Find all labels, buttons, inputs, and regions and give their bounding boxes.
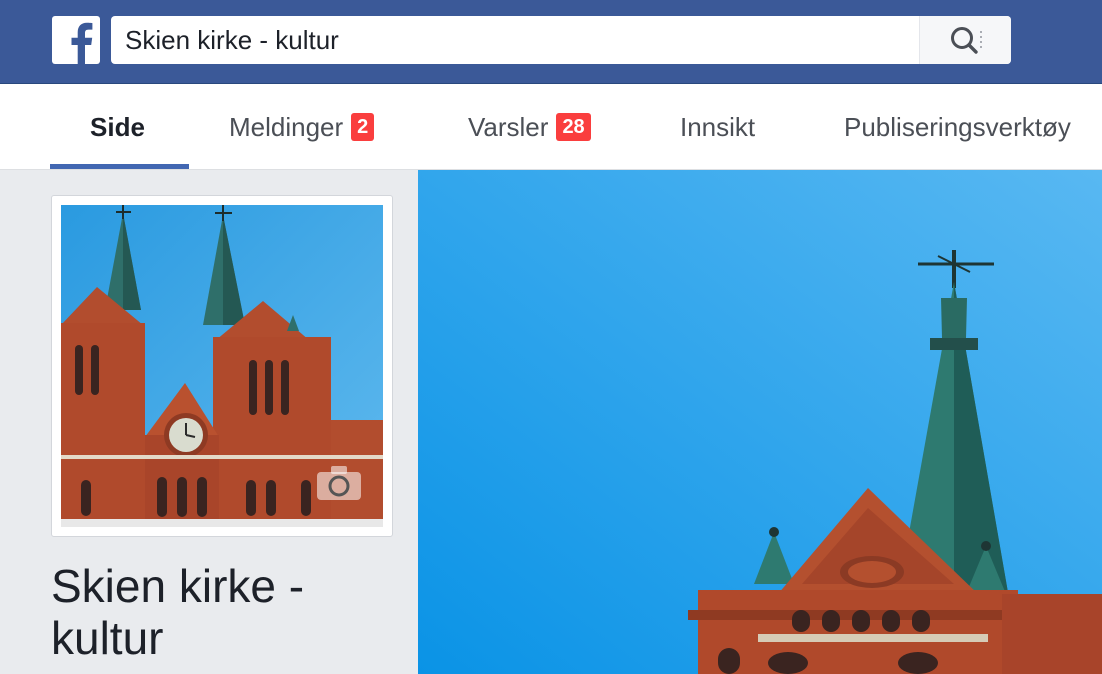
tab-varsler-label: Varsler xyxy=(468,111,549,142)
top-navigation-bar xyxy=(0,0,1102,84)
camera-icon[interactable] xyxy=(317,466,361,505)
search-bar xyxy=(111,16,1011,64)
profile-picture[interactable] xyxy=(61,205,383,527)
facebook-logo-icon[interactable] xyxy=(52,16,100,64)
search-icon xyxy=(950,27,982,54)
tab-innsikt-label: Innsikt xyxy=(680,111,756,142)
messages-count-badge: 2 xyxy=(351,113,375,141)
search-button[interactable] xyxy=(919,16,1011,64)
tab-publiseringsverktoy-label: Publiseringsverktøy xyxy=(844,111,1071,142)
tab-innsikt[interactable]: Innsikt xyxy=(680,84,755,170)
profile-picture-card xyxy=(51,195,393,537)
tab-meldinger[interactable]: Meldinger 2 xyxy=(229,84,375,170)
tab-publiseringsverktoy[interactable]: Publiseringsverktøy xyxy=(844,84,1071,170)
page-tab-bar: Side Meldinger 2 Varsler 28 Innsikt Publ… xyxy=(0,84,1102,170)
cover-photo[interactable] xyxy=(418,170,1102,674)
notifications-count-badge: 28 xyxy=(556,113,591,141)
tab-side-label: Side xyxy=(90,111,145,142)
active-tab-indicator xyxy=(50,164,189,169)
page-title: Skien kirke - kultur xyxy=(51,560,305,664)
tab-side[interactable]: Side xyxy=(90,84,145,170)
tab-meldinger-label: Meldinger xyxy=(229,111,344,142)
search-input[interactable] xyxy=(111,16,919,64)
tab-varsler[interactable]: Varsler 28 xyxy=(468,84,591,170)
